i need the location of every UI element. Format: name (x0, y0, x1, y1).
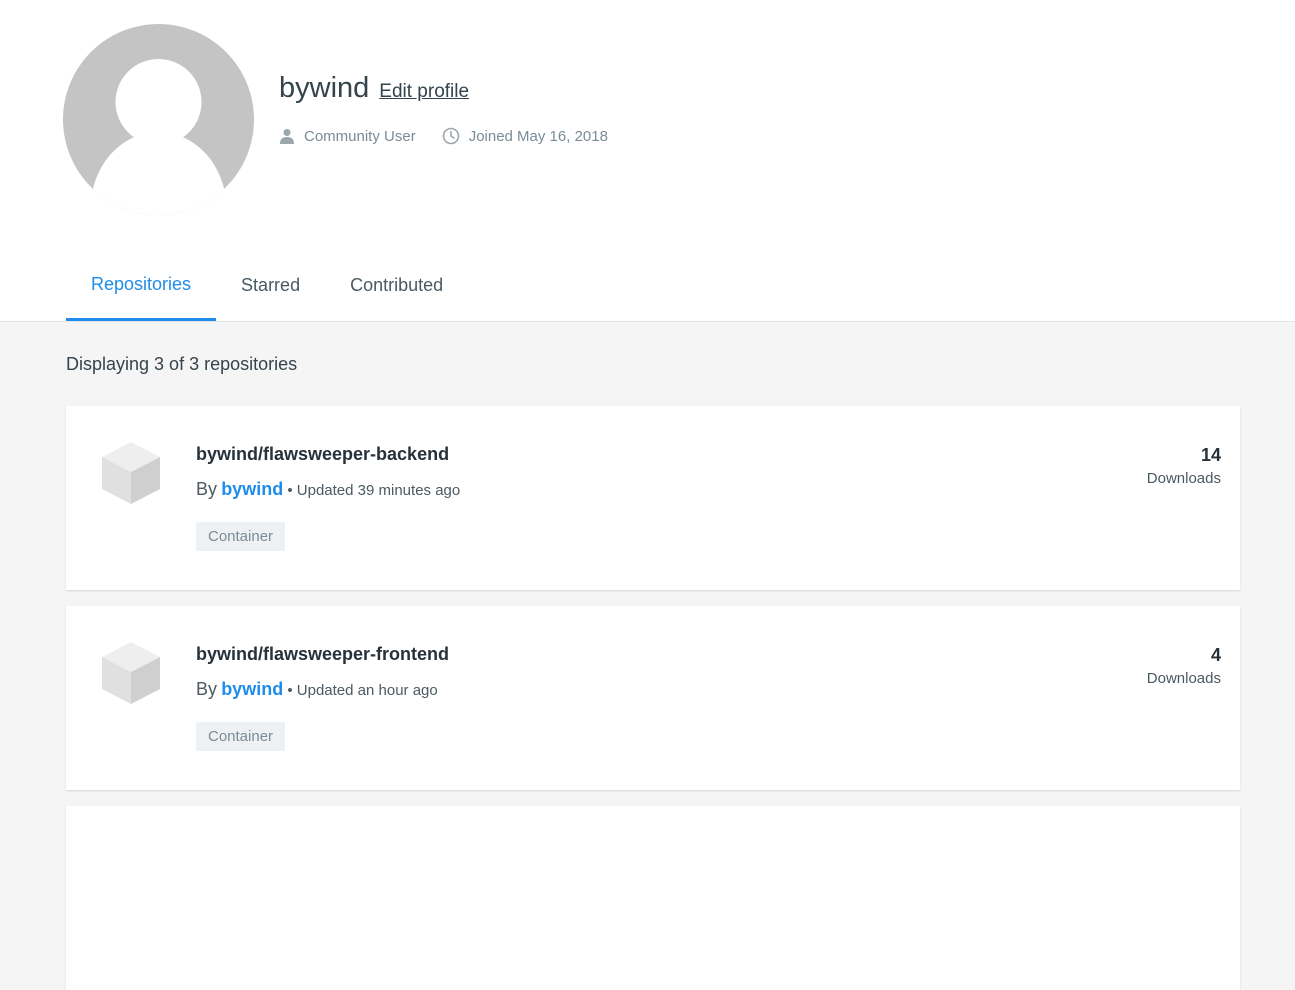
repository-name-link[interactable]: bywind/flawsweeper-frontend (196, 644, 449, 665)
by-label: By (196, 479, 218, 499)
by-label: By (196, 679, 218, 699)
clock-icon (442, 127, 459, 145)
joined-label: Joined May 16, 2018 (468, 127, 608, 145)
owner-link[interactable]: bywind (221, 479, 283, 499)
download-label: Downloads (1146, 470, 1221, 487)
type-badge: Container (196, 522, 286, 551)
repository-card-partial[interactable] (66, 806, 1240, 990)
default-avatar-icon (90, 59, 227, 215)
download-stats: 4 Downloads (1147, 645, 1221, 687)
cube-icon (102, 642, 160, 704)
download-count: 14 (1200, 445, 1221, 465)
joined-info: Joined May 16, 2018 (442, 127, 608, 145)
tab-starred[interactable]: Starred (216, 250, 325, 321)
repository-byline: By bywind • Updated an hour ago (196, 679, 449, 700)
profile-header: bywind Edit profile Community User Joine… (0, 0, 1295, 322)
tab-repositories[interactable]: Repositories (66, 250, 217, 321)
user-icon (280, 129, 294, 144)
profile-tabs: Repositories Starred Contributed (66, 250, 468, 321)
download-count: 4 (1210, 645, 1221, 665)
updated-label: • Updated an hour ago (287, 682, 438, 699)
role-label: Community User (304, 127, 416, 145)
repository-count: Displaying 3 of 3 repositories (66, 354, 298, 374)
role-info: Community User (279, 128, 416, 145)
owner-link[interactable]: bywind (221, 679, 283, 699)
cube-icon (102, 442, 160, 504)
repository-card[interactable]: bywind/flawsweeper-frontend By bywind • … (66, 606, 1240, 790)
download-label: Downloads (1146, 670, 1221, 687)
type-badge: Container (196, 722, 286, 751)
download-stats: 14 Downloads (1147, 445, 1221, 487)
user-info: bywind Edit profile Community User Joine… (279, 72, 634, 145)
tab-contributed[interactable]: Contributed (325, 250, 468, 321)
repository-card[interactable]: bywind/flawsweeper-backend By bywind • U… (66, 406, 1240, 590)
username-heading: bywind (279, 72, 370, 104)
repository-byline: By bywind • Updated 39 minutes ago (196, 479, 460, 500)
repository-name-link[interactable]: bywind/flawsweeper-backend (196, 444, 460, 465)
edit-profile-link[interactable]: Edit profile (379, 81, 469, 103)
repository-list-section: Displaying 3 of 3 repositories bywind/fl… (0, 353, 1295, 990)
avatar (63, 24, 254, 215)
updated-label: • Updated 39 minutes ago (287, 482, 461, 499)
